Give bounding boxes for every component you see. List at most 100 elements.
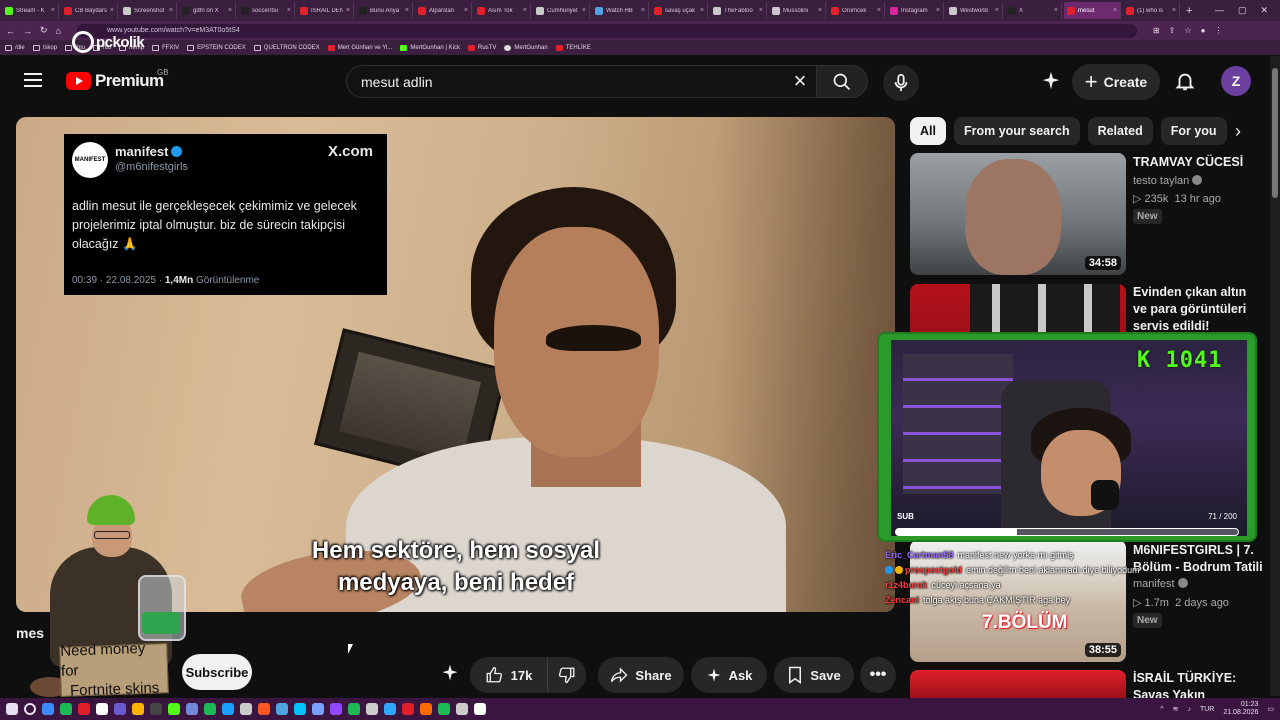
maximize-icon[interactable]: ▢	[1238, 5, 1247, 16]
forward-icon[interactable]: →	[23, 26, 32, 36]
taskbar-app-icon[interactable]	[474, 703, 486, 715]
browser-tab[interactable]: Westworld ×	[946, 2, 1003, 19]
taskbar-app-icon[interactable]	[384, 703, 396, 715]
profile-icon[interactable]: ●	[1201, 26, 1206, 35]
bookmark-item[interactable]: RusTV	[467, 44, 496, 51]
close-window-icon[interactable]: ✕	[1260, 5, 1268, 16]
tab-close-icon[interactable]: ×	[228, 7, 232, 14]
taskbar-app-icon[interactable]	[330, 703, 342, 715]
bookmark-item[interactable]: MertGunhan | Kick	[400, 44, 460, 51]
browser-tab[interactable]: mesut ×	[1064, 2, 1121, 19]
browser-tab[interactable]: Stream - K ×	[2, 2, 59, 19]
tab-close-icon[interactable]: ×	[51, 7, 55, 14]
rec-channel[interactable]: testo taylan	[1133, 175, 1203, 187]
create-button[interactable]: + Create	[1072, 64, 1160, 100]
taskbar-app-icon[interactable]	[240, 703, 252, 715]
taskbar-app-icon[interactable]	[42, 703, 54, 715]
start-windows-icon[interactable]	[6, 703, 18, 715]
ai-summary-button[interactable]	[436, 659, 464, 687]
home-icon[interactable]: ⌂	[56, 26, 61, 36]
taskbar-app-icon[interactable]	[294, 703, 306, 715]
tab-close-icon[interactable]: ×	[759, 7, 763, 14]
bookmark-item[interactable]: TEHLİKE	[555, 44, 591, 51]
taskbar-search-icon[interactable]	[24, 703, 36, 715]
browser-tab[interactable]: (1) who is ×	[1123, 2, 1180, 19]
page-scrollbar[interactable]	[1270, 56, 1280, 696]
taskbar-app-icon[interactable]	[114, 703, 126, 715]
taskbar-app-icon[interactable]	[402, 703, 414, 715]
taskbar-app-icon[interactable]	[168, 703, 180, 715]
tab-close-icon[interactable]: ×	[346, 7, 350, 14]
rec-title[interactable]: İSRAİL TÜRKİYE: Savaş Yakın	[1133, 670, 1263, 698]
tab-close-icon[interactable]: ×	[818, 7, 822, 14]
bookmark-item[interactable]: MertGunhan	[504, 44, 548, 51]
taskbar-clock[interactable]: 01:23 21.08.2026	[1223, 701, 1258, 717]
browser-tab[interactable]: Asım Tok ×	[474, 2, 531, 19]
share-page-icon[interactable]: ⇪	[1169, 26, 1176, 35]
browser-tab[interactable]: Bunu Anya ×	[356, 2, 413, 19]
browser-tab[interactable]: soccer/bu ×	[238, 2, 295, 19]
taskbar-app-icon[interactable]	[366, 703, 378, 715]
extensions-icon[interactable]: ⊞	[1153, 26, 1160, 35]
voice-search-button[interactable]	[883, 65, 919, 101]
tray-chevron-icon[interactable]: ^	[1160, 706, 1163, 713]
taskbar-app-icon[interactable]	[150, 703, 162, 715]
taskbar-app-icon[interactable]	[258, 703, 270, 715]
tab-close-icon[interactable]: ×	[582, 7, 586, 14]
browser-tab[interactable]: gdfn on X ×	[179, 2, 236, 19]
browser-tab[interactable]: Mussolini ×	[769, 2, 826, 19]
taskbar-app-icon[interactable]	[222, 703, 234, 715]
filter-chip[interactable]: From your search	[953, 117, 1080, 145]
reload-icon[interactable]: ↻	[40, 25, 48, 36]
taskbar-app-icon[interactable]	[348, 703, 360, 715]
tab-close-icon[interactable]: ×	[641, 7, 645, 14]
clear-search-icon[interactable]: ×	[786, 68, 814, 96]
bookmark-item[interactable]: /skop	[32, 44, 57, 51]
taskbar-app-icon[interactable]	[186, 703, 198, 715]
browser-tab[interactable]: İSRAİL DEN ×	[297, 2, 354, 19]
rec-thumbnail[interactable]	[910, 670, 1126, 698]
hamburger-menu-icon[interactable]	[24, 73, 42, 87]
tab-close-icon[interactable]: ×	[877, 7, 881, 14]
rec-title[interactable]: M6NIFESTGIRLS | 7. Bölüm - Bodrum Tatili	[1133, 542, 1263, 576]
notification-center-icon[interactable]: ▭	[1267, 705, 1274, 713]
youtube-premium-logo[interactable]: Premium	[66, 71, 164, 91]
bookmark-item[interactable]: /die	[5, 44, 25, 51]
notifications-button[interactable]	[1174, 70, 1196, 97]
browser-tab[interactable]: Screenshot ×	[120, 2, 177, 19]
back-icon[interactable]: ←	[6, 26, 15, 36]
taskbar-app-icon[interactable]	[420, 703, 432, 715]
wifi-icon[interactable]: ≋	[1173, 705, 1179, 713]
tab-close-icon[interactable]: ×	[700, 7, 704, 14]
filter-chip[interactable]: Related	[1087, 117, 1153, 145]
tab-close-icon[interactable]: ×	[936, 7, 940, 14]
filter-chip[interactable]: For you	[1160, 117, 1227, 145]
tab-close-icon[interactable]: ×	[405, 7, 409, 14]
ask-button[interactable]: Ask	[691, 657, 767, 693]
chevron-right-icon[interactable]: ›	[1224, 117, 1252, 145]
browser-tab[interactable]: Watch HB ×	[592, 2, 649, 19]
filter-chip[interactable]: All	[910, 117, 946, 145]
like-button[interactable]: 17k	[470, 657, 548, 693]
dislike-button[interactable]	[548, 657, 586, 693]
rec-thumbnail[interactable]: 34:58	[910, 153, 1126, 275]
new-tab-button[interactable]: +	[1186, 5, 1192, 17]
taskbar-app-icon[interactable]	[204, 703, 216, 715]
browser-tab[interactable]: Alparslan ×	[415, 2, 472, 19]
tab-close-icon[interactable]: ×	[110, 7, 114, 14]
bookmark-star-icon[interactable]: ☆	[1184, 26, 1191, 35]
account-avatar[interactable]: Z	[1221, 66, 1251, 96]
tab-close-icon[interactable]: ×	[995, 7, 999, 14]
tab-close-icon[interactable]: ×	[287, 7, 291, 14]
language-indicator[interactable]: TUR	[1200, 706, 1214, 713]
browser-tab[interactable]: Örümcek ×	[828, 2, 885, 19]
tab-close-icon[interactable]: ×	[523, 7, 527, 14]
browser-tab[interactable]: TheFabloo ×	[710, 2, 767, 19]
browser-tab[interactable]: CB Baydars ×	[61, 2, 118, 19]
volume-icon[interactable]: ♪	[1187, 706, 1191, 713]
ai-sparkle-button[interactable]	[1040, 70, 1062, 97]
browser-tab[interactable]: Instagram ×	[887, 2, 944, 19]
bookmark-item[interactable]: QUELTRON CODEX	[253, 44, 320, 51]
search-button[interactable]	[816, 65, 868, 98]
browser-tab[interactable]: savaş uçak ×	[651, 2, 708, 19]
